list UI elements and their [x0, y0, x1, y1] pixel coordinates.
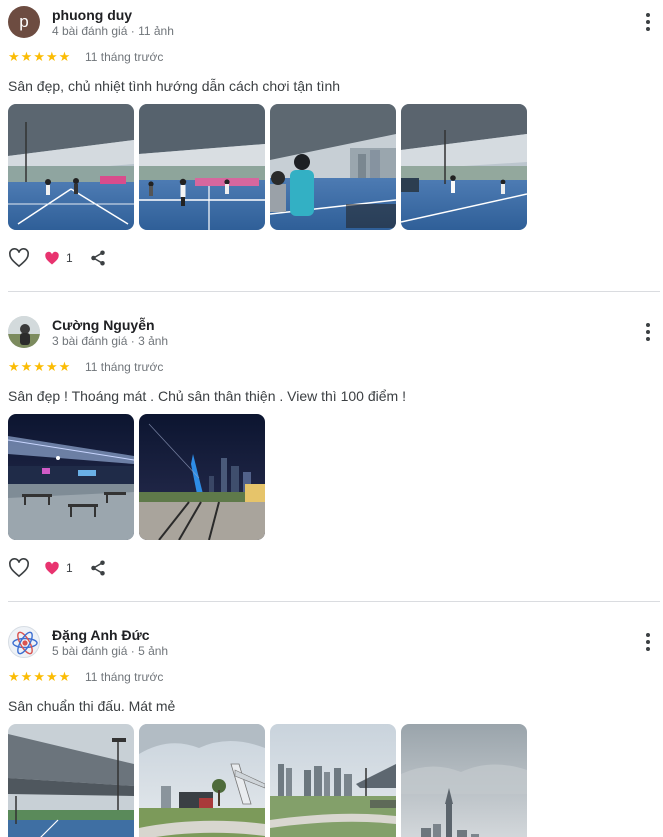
star-icon: ★: [20, 669, 33, 684]
star-rating: ★ ★ ★ ★ ★: [8, 50, 70, 64]
cloudy-tower-photo[interactable]: [401, 724, 527, 837]
night-court-photo[interactable]: [8, 414, 134, 540]
reaction-count[interactable]: 1: [44, 561, 73, 576]
more-options-button[interactable]: [640, 10, 656, 34]
more-vert-icon: [646, 13, 650, 17]
share-button[interactable]: [89, 249, 107, 267]
more-options-button[interactable]: [640, 630, 656, 654]
star-icon: ★: [33, 49, 45, 64]
star-icon: ★: [58, 49, 71, 64]
avatar[interactable]: [8, 316, 40, 348]
heart-filled-icon: [45, 561, 59, 574]
like-count: 1: [66, 251, 73, 265]
star-rating: ★ ★ ★ ★ ★: [8, 670, 70, 684]
like-button[interactable]: [8, 248, 30, 268]
star-icon: ★: [20, 49, 33, 64]
reaction-count[interactable]: 1: [44, 251, 73, 266]
reviewer-meta: 4 bài đánh giá · 11 ảnh: [52, 24, 174, 38]
more-vert-dot: [646, 20, 650, 24]
more-vert-dot: [646, 27, 650, 31]
review-date: 11 tháng trước: [85, 360, 164, 374]
star-icon: ★: [45, 359, 58, 374]
more-vert-dot: [646, 647, 650, 651]
heart-outline-icon: [9, 558, 29, 578]
review-actions: 1: [8, 558, 107, 578]
photo-strip: [8, 724, 527, 837]
photo-strip: [8, 414, 265, 540]
court-roof-photo[interactable]: [8, 724, 134, 837]
player-photo[interactable]: [270, 104, 396, 230]
more-vert-dot: [646, 337, 650, 341]
review-actions: 1: [8, 248, 107, 268]
reviewer-name[interactable]: phuong duy: [52, 7, 132, 23]
covered-court-photo[interactable]: [8, 104, 134, 230]
star-icon: ★: [45, 49, 58, 64]
covered-court-photo[interactable]: [139, 104, 265, 230]
review-text: Sân đẹp, chủ nhiệt tình hướng dẫn cách c…: [8, 78, 341, 94]
share-button[interactable]: [89, 559, 107, 577]
review-date: 11 tháng trước: [85, 670, 164, 684]
reviewer-meta: 5 bài đánh giá · 5 ảnh: [52, 644, 169, 658]
review-text: Sân chuẩn thi đấu. Mát mẻ: [8, 698, 176, 714]
avatar[interactable]: p: [8, 6, 40, 38]
reviewer-name[interactable]: Cường Nguyễn: [52, 317, 155, 333]
star-icon: ★: [45, 669, 58, 684]
reviewer-meta: 3 bài đánh giá · 3 ảnh: [52, 334, 169, 348]
avatar[interactable]: [8, 626, 40, 658]
star-icon: ★: [8, 669, 20, 684]
covered-court-photo[interactable]: [401, 104, 527, 230]
heart-filled-icon: [45, 251, 59, 264]
share-icon: [90, 250, 105, 266]
review-card: p phuong duy 4 bài đánh giá · 11 ảnh ★ ★ ★…: [0, 0, 663, 292]
review-card: Cường Nguyễn 3 bài đánh giá · 3 ảnh ★ ★ ★ ★…: [0, 292, 663, 602]
park-bridge-photo[interactable]: [139, 724, 265, 837]
share-icon: [90, 560, 105, 576]
star-icon: ★: [33, 669, 45, 684]
like-button[interactable]: [8, 558, 30, 578]
review-date: 11 tháng trước: [85, 50, 164, 64]
star-icon: ★: [8, 359, 20, 374]
more-options-button[interactable]: [640, 320, 656, 344]
star-icon: ★: [20, 359, 33, 374]
heart-outline-icon: [9, 248, 29, 268]
star-rating: ★ ★ ★ ★ ★: [8, 360, 70, 374]
review-card: Đặng Anh Đức 5 bài đánh giá · 5 ảnh ★ ★ ★ ★…: [0, 602, 663, 837]
more-vert-dot: [646, 330, 650, 334]
review-text: Sân đẹp ! Thoáng mát . Chủ sân thân thiệ…: [8, 388, 406, 404]
more-vert-dot: [646, 640, 650, 644]
night-city-photo[interactable]: [139, 414, 265, 540]
more-vert-icon: [646, 633, 650, 637]
star-icon: ★: [58, 359, 71, 374]
star-icon: ★: [33, 359, 45, 374]
like-count: 1: [66, 561, 73, 575]
more-vert-icon: [646, 323, 650, 327]
star-icon: ★: [58, 669, 71, 684]
reviewer-name[interactable]: Đặng Anh Đức: [52, 627, 150, 643]
photo-strip: [8, 104, 527, 230]
star-icon: ★: [8, 49, 20, 64]
city-skyline-photo[interactable]: [270, 724, 396, 837]
